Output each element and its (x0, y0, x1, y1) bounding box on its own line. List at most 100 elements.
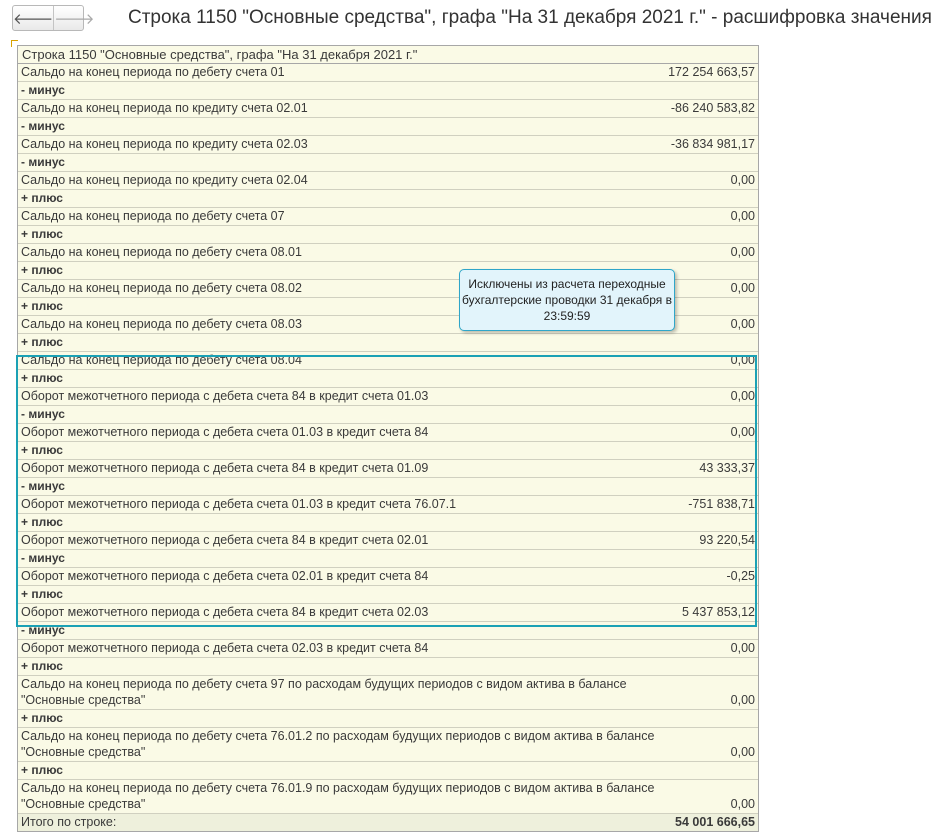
row-value: 0,00 (730, 317, 755, 331)
report-heading: Строка 1150 "Основные средства", графа "… (18, 45, 758, 64)
row-value: 0,00 (730, 281, 755, 295)
operation-sign: + плюс (21, 587, 63, 601)
row-label: Сальдо на конец периода по дебету счета … (21, 677, 627, 707)
forward-arrow-icon[interactable]: 🡒 (53, 6, 94, 30)
sign-row[interactable]: - минус (18, 478, 758, 496)
row-value: -751 838,71 (688, 497, 755, 511)
row-label: Оборот межотчетного периода с дебета сче… (21, 569, 429, 583)
row-value: 5 437 853,12 (682, 605, 755, 619)
sign-row[interactable]: + плюс (18, 586, 758, 604)
operation-sign: + плюс (21, 711, 63, 725)
table-row[interactable]: Сальдо на конец периода по кредиту счета… (18, 172, 758, 190)
row-label: Оборот межотчетного периода с дебета сче… (21, 461, 429, 475)
operation-sign: + плюс (21, 515, 63, 529)
operation-sign: + плюс (21, 659, 63, 673)
sign-row[interactable]: - минус (18, 550, 758, 568)
row-value: 0,00 (730, 173, 755, 187)
sign-row[interactable]: + плюс (18, 190, 758, 208)
sign-row[interactable]: - минус (18, 82, 758, 100)
table-row[interactable]: Оборот межотчетного периода с дебета сче… (18, 604, 758, 622)
row-label: Оборот межотчетного периода с дебета сче… (21, 641, 429, 655)
sign-row[interactable]: + плюс (18, 710, 758, 728)
row-value: 93 220,54 (699, 533, 755, 547)
operation-sign: + плюс (21, 299, 63, 313)
table-row[interactable]: Сальдо на конец периода по дебету счета … (18, 64, 758, 82)
sign-row[interactable]: - минус (18, 118, 758, 136)
navigation-buttons: 🡐 🡒 (12, 5, 94, 31)
row-label: Сальдо на конец периода по дебету счета … (21, 353, 302, 367)
sign-row[interactable]: + плюс (18, 334, 758, 352)
operation-sign: - минус (21, 119, 65, 133)
table-row[interactable]: Сальдо на конец периода по дебету счета … (18, 244, 758, 262)
operation-sign: + плюс (21, 443, 63, 457)
total-row[interactable]: Итого по строке: 54 001 666,65 (18, 814, 758, 831)
operation-sign: - минус (21, 155, 65, 169)
callout-note: Исключены из расчета переходные бухгалте… (459, 269, 675, 331)
row-label: Оборот межотчетного периода с дебета сче… (21, 497, 457, 511)
row-value: 0,00 (730, 245, 755, 259)
sign-row[interactable]: + плюс (18, 226, 758, 244)
operation-sign: + плюс (21, 763, 63, 777)
operation-sign: - минус (21, 83, 65, 97)
row-label: Сальдо на конец периода по дебету счета … (21, 781, 655, 811)
sign-row[interactable]: + плюс (18, 514, 758, 532)
sign-row[interactable]: + плюс (18, 658, 758, 676)
row-value: -36 834 981,17 (670, 137, 755, 151)
table-row[interactable]: Сальдо на конец периода по кредиту счета… (18, 136, 758, 154)
row-label: Сальдо на конец периода по кредиту счета… (21, 137, 308, 151)
total-label: Итого по строке: (21, 815, 117, 829)
sign-row[interactable]: - минус (18, 154, 758, 172)
table-row[interactable]: Оборот межотчетного периода с дебета сче… (18, 424, 758, 442)
row-label: Сальдо на конец периода по дебету счета … (21, 209, 285, 223)
table-row[interactable]: Оборот межотчетного периода с дебета сче… (18, 460, 758, 478)
table-row[interactable]: Сальдо на конец периода по кредиту счета… (18, 100, 758, 118)
operation-sign: + плюс (21, 371, 63, 385)
row-label: Сальдо на конец периода по дебету счета … (21, 65, 285, 79)
row-value: 172 254 663,57 (668, 65, 755, 79)
back-arrow-icon[interactable]: 🡐 (13, 6, 53, 30)
operation-sign: + плюс (21, 191, 63, 205)
sign-row[interactable]: - минус (18, 406, 758, 424)
row-label: Оборот межотчетного периода с дебета сче… (21, 533, 429, 547)
row-value: 0,00 (730, 389, 755, 403)
row-label: Сальдо на конец периода по дебету счета … (21, 281, 302, 295)
table-row[interactable]: Оборот межотчетного периода с дебета сче… (18, 496, 758, 514)
operation-sign: - минус (21, 551, 65, 565)
table-row[interactable]: Сальдо на конец периода по дебету счета … (18, 728, 758, 762)
sign-row[interactable]: + плюс (18, 370, 758, 388)
table-row[interactable]: Оборот межотчетного периода с дебета сче… (18, 568, 758, 586)
operation-sign: + плюс (21, 227, 63, 241)
row-value: 0,00 (730, 693, 755, 707)
sign-row[interactable]: + плюс (18, 762, 758, 780)
row-value: 0,00 (730, 425, 755, 439)
table-row[interactable]: Сальдо на конец периода по дебету счета … (18, 676, 758, 710)
sign-row[interactable]: + плюс (18, 442, 758, 460)
row-value: 43 333,37 (699, 461, 755, 475)
total-value: 54 001 666,65 (675, 815, 755, 829)
row-value: -86 240 583,82 (670, 101, 755, 115)
table-row[interactable]: Оборот межотчетного периода с дебета сче… (18, 388, 758, 406)
row-value: 0,00 (730, 745, 755, 759)
row-label: Оборот межотчетного периода с дебета сче… (21, 605, 429, 619)
window-header: 🡐 🡒 Строка 1150 "Основные средства", гра… (0, 0, 935, 38)
window-title: Строка 1150 "Основные средства", графа "… (128, 7, 932, 28)
table-row[interactable]: Сальдо на конец периода по дебету счета … (18, 352, 758, 370)
row-label: Сальдо на конец периода по дебету счета … (21, 729, 655, 759)
operation-sign: + плюс (21, 263, 63, 277)
report-table: Строка 1150 "Основные средства", графа "… (17, 45, 759, 832)
table-row[interactable]: Оборот межотчетного периода с дебета сче… (18, 532, 758, 550)
operation-sign: + плюс (21, 335, 63, 349)
row-label: Сальдо на конец периода по дебету счета … (21, 317, 302, 331)
row-label: Сальдо на конец периода по кредиту счета… (21, 173, 308, 187)
row-value: 0,00 (730, 353, 755, 367)
operation-sign: - минус (21, 623, 65, 637)
row-label: Сальдо на конец периода по кредиту счета… (21, 101, 308, 115)
row-label: Оборот межотчетного периода с дебета сче… (21, 425, 429, 439)
table-row[interactable]: Сальдо на конец периода по дебету счета … (18, 208, 758, 226)
table-row[interactable]: Оборот межотчетного периода с дебета сче… (18, 640, 758, 658)
row-label: Сальдо на конец периода по дебету счета … (21, 245, 302, 259)
sign-row[interactable]: - минус (18, 622, 758, 640)
operation-sign: - минус (21, 479, 65, 493)
row-label: Оборот межотчетного периода с дебета сче… (21, 389, 429, 403)
table-row[interactable]: Сальдо на конец периода по дебету счета … (18, 780, 758, 814)
